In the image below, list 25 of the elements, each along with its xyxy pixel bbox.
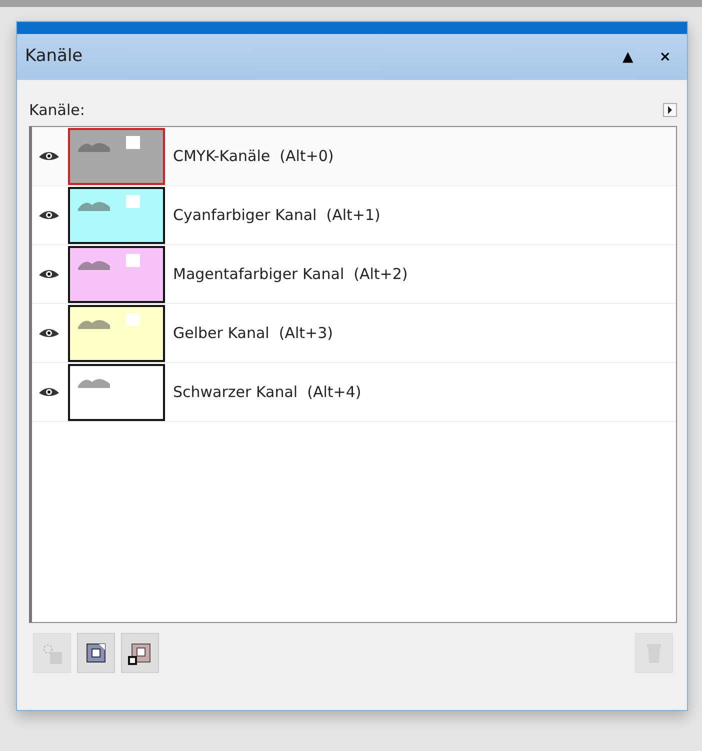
panel-menu-button[interactable] [663,103,677,117]
channel-name: Cyanfarbiger Kanal (Alt+1) [173,204,380,226]
channel-name: Schwarzer Kanal (Alt+4) [173,382,362,403]
collapse-button[interactable]: ▲ [616,50,640,64]
save-selection-button[interactable] [77,633,115,673]
eye-icon[interactable] [38,267,60,281]
channel-row[interactable]: CMYK-Kanäle (Alt+0) [32,127,676,186]
triangle-icon [667,106,673,114]
channel-name: Magentafarbiger Kanal (Alt+2) [173,264,408,285]
eye-icon[interactable] [38,326,60,340]
channel-row[interactable]: Magentafarbiger Kanal (Alt+2) [32,245,676,304]
close-button[interactable]: × [653,50,677,64]
window-title: Kanäle [25,45,84,68]
channel-row[interactable]: Gelber Kanal (Alt+3) [32,304,676,363]
eye-icon[interactable] [38,149,60,163]
eye-icon[interactable] [38,208,60,222]
eye-icon[interactable] [38,385,60,399]
channel-row[interactable]: Cyanfarbiger Kanal (Alt+1) [32,186,676,245]
page-icon [84,641,108,665]
panel-label: Kanäle: [29,100,85,121]
new-channel-button[interactable] [121,633,159,673]
channel-row[interactable]: Schwarzer Kanal (Alt+4) [32,363,676,422]
channel-name: Gelber Kanal (Alt+3) [173,322,333,344]
page-icon [128,641,152,665]
channel-name: CMYK-Kanäle (Alt+0) [173,146,334,167]
